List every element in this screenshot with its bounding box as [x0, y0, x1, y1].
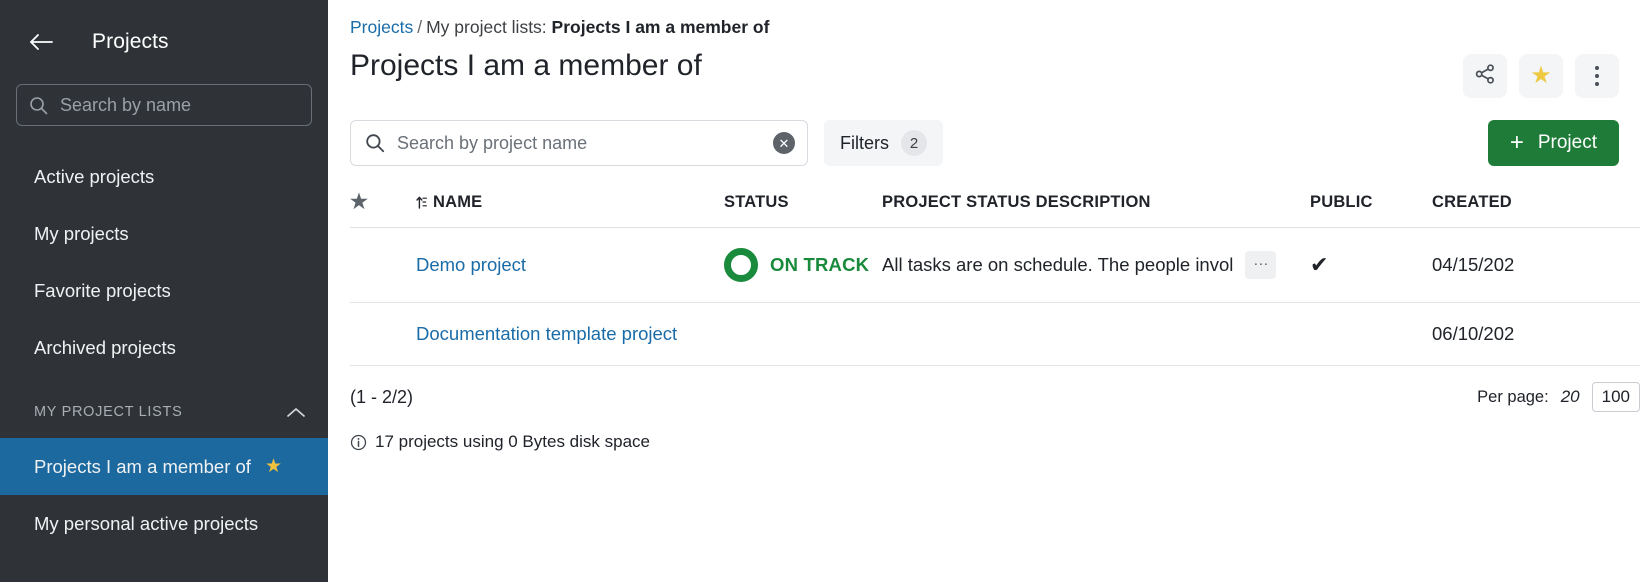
- more-vertical-icon: [1595, 66, 1599, 86]
- cell-favorite[interactable]: [350, 303, 416, 366]
- favorite-button[interactable]: ★: [1519, 54, 1563, 98]
- toolbar: Search by project name ✕ Filters 2 + Pro…: [328, 98, 1641, 166]
- title-row: Projects I am a member of ★: [328, 38, 1641, 98]
- back-arrow-icon[interactable]: [26, 27, 56, 57]
- status-badge: ON TRACK: [770, 254, 869, 276]
- table-header-row: ★ NAME: [350, 182, 1640, 228]
- main-content: Projects/My project lists: Projects I am…: [328, 0, 1641, 582]
- info-circle-icon: [350, 434, 367, 451]
- pagination-bar: (1 - 2/2) Per page: 20 100: [350, 382, 1640, 412]
- cell-description: All tasks are on schedule. The people in…: [882, 228, 1310, 303]
- project-search-placeholder: Search by project name: [397, 133, 773, 154]
- sidebar-item-favorite-projects[interactable]: Favorite projects: [0, 262, 328, 319]
- share-button[interactable]: [1463, 54, 1507, 98]
- sidebar-item-archived-projects[interactable]: Archived projects: [0, 319, 328, 376]
- cell-favorite[interactable]: [350, 228, 416, 303]
- check-icon: ✔: [1310, 252, 1328, 277]
- per-page-label: Per page:: [1477, 388, 1549, 407]
- search-icon: [29, 96, 48, 115]
- sidebar: Projects Search by name Active projects …: [0, 0, 328, 582]
- column-header-name-label: NAME: [433, 193, 482, 212]
- sidebar-section-label: MY PROJECT LISTS: [34, 404, 182, 420]
- sidebar-search-input[interactable]: Search by name: [16, 84, 312, 126]
- column-header-description[interactable]: PROJECT STATUS DESCRIPTION: [882, 182, 1310, 228]
- title-actions: ★: [1463, 54, 1619, 98]
- sidebar-item-my-personal-active-projects[interactable]: My personal active projects: [0, 495, 328, 552]
- search-icon: [365, 133, 385, 153]
- star-icon: ★: [350, 191, 368, 213]
- table-row[interactable]: Documentation template project 06/10/202: [350, 303, 1640, 366]
- sidebar-item-active-projects[interactable]: Active projects: [0, 148, 328, 205]
- breadcrumb-link-projects[interactable]: Projects: [350, 17, 413, 37]
- chevron-up-icon[interactable]: [286, 406, 306, 419]
- project-search-input[interactable]: Search by project name ✕: [350, 120, 808, 166]
- column-header-created[interactable]: CREATED: [1432, 182, 1640, 228]
- breadcrumb-current: Projects I am a member of: [552, 17, 770, 37]
- page-title: Projects I am a member of: [350, 46, 702, 85]
- add-project-label: Project: [1538, 132, 1597, 154]
- filters-button[interactable]: Filters 2: [824, 120, 943, 166]
- add-project-button[interactable]: + Project: [1488, 120, 1619, 166]
- column-header-favorite[interactable]: ★: [350, 182, 416, 228]
- cell-name: Demo project: [416, 228, 724, 303]
- filters-count-badge: 2: [901, 130, 927, 156]
- per-page-option-20[interactable]: 20: [1561, 387, 1580, 407]
- plus-icon: +: [1510, 131, 1524, 155]
- column-header-name[interactable]: NAME: [416, 182, 724, 228]
- sidebar-search-wrap: Search by name: [0, 84, 328, 126]
- sidebar-nav: Active projects My projects Favorite pro…: [0, 148, 328, 552]
- column-header-public[interactable]: PUBLIC: [1310, 182, 1432, 228]
- sort-ascending-icon: [416, 195, 427, 210]
- per-page-controls: Per page: 20 100: [1477, 382, 1640, 412]
- sidebar-header: Projects: [0, 0, 328, 84]
- disk-usage-text: 17 projects using 0 Bytes disk space: [375, 432, 650, 452]
- sidebar-item-label: Active projects: [34, 166, 154, 188]
- cell-status: ON TRACK: [724, 228, 882, 303]
- table-head: ★ NAME: [350, 182, 1640, 228]
- sidebar-search-placeholder: Search by name: [60, 95, 191, 116]
- pagination-range: (1 - 2/2): [350, 387, 413, 408]
- app-root: Projects Search by name Active projects …: [0, 0, 1641, 582]
- cell-created: 04/15/202: [1432, 228, 1640, 303]
- cell-status: [724, 303, 882, 366]
- disk-usage-info: 17 projects using 0 Bytes disk space: [350, 432, 1641, 452]
- table-body: Demo project ON TRACK All tasks are on s…: [350, 228, 1640, 366]
- sidebar-title: Projects: [92, 30, 169, 54]
- project-link[interactable]: Demo project: [416, 254, 526, 275]
- sidebar-item-label: Favorite projects: [34, 280, 171, 302]
- description-text: All tasks are on schedule. The people in…: [882, 254, 1233, 276]
- breadcrumb-middle: My project lists:: [426, 17, 547, 37]
- filters-label: Filters: [840, 133, 889, 154]
- cell-created: 06/10/202: [1432, 303, 1640, 366]
- breadcrumb: Projects/My project lists: Projects I am…: [328, 0, 1641, 38]
- cell-description: [882, 303, 1310, 366]
- sidebar-item-projects-i-am-a-member-of[interactable]: Projects I am a member of ★: [0, 438, 328, 495]
- sidebar-item-label: My projects: [34, 223, 129, 245]
- sidebar-section-my-project-lists[interactable]: MY PROJECT LISTS: [0, 386, 328, 438]
- column-header-status[interactable]: STATUS: [724, 182, 882, 228]
- sidebar-item-label: Projects I am a member of: [34, 456, 251, 478]
- more-options-button[interactable]: [1575, 54, 1619, 98]
- clear-search-icon[interactable]: ✕: [773, 132, 795, 154]
- projects-table: ★ NAME: [350, 182, 1640, 366]
- cell-name: Documentation template project: [416, 303, 724, 366]
- sidebar-item-label: My personal active projects: [34, 513, 258, 535]
- project-link[interactable]: Documentation template project: [416, 323, 677, 344]
- projects-table-area: ★ NAME: [328, 182, 1641, 366]
- cell-public: ✔: [1310, 228, 1432, 303]
- table-row[interactable]: Demo project ON TRACK All tasks are on s…: [350, 228, 1640, 303]
- cell-public: [1310, 303, 1432, 366]
- star-icon[interactable]: ★: [265, 457, 282, 476]
- sidebar-item-my-projects[interactable]: My projects: [0, 205, 328, 262]
- share-icon: [1474, 63, 1496, 90]
- per-page-option-100[interactable]: 100: [1592, 382, 1640, 412]
- expand-description-button[interactable]: ···: [1245, 251, 1276, 279]
- star-icon: ★: [1530, 64, 1552, 88]
- status-ring-icon: [724, 248, 758, 282]
- sidebar-item-label: Archived projects: [34, 337, 176, 359]
- breadcrumb-separator: /: [417, 17, 422, 37]
